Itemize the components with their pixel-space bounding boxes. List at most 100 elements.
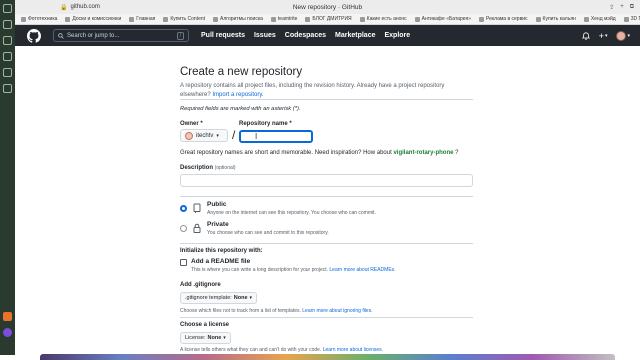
hint-text: Great repository names are short and mem… (180, 150, 392, 156)
bookmark-item[interactable]: 3D Печать (623, 16, 640, 22)
gitignore-heading: Add .gitignore (180, 282, 221, 288)
public-title: Public (207, 201, 227, 208)
search-placeholder: Search or jump to... (67, 32, 120, 39)
bookmark-item[interactable]: Какие есть анонс (359, 16, 407, 22)
github-logo-icon[interactable] (27, 28, 41, 43)
bookmark-label: Алгоритмы поиска (220, 16, 263, 22)
main-nav: Pull requests Issues Codespaces Marketpl… (201, 32, 410, 39)
divider (180, 196, 473, 197)
divider (180, 243, 473, 244)
bookmark-label: Главная (136, 16, 156, 22)
license-select-label: License: (185, 335, 206, 341)
chevron-down-icon: ▾ (627, 32, 630, 39)
sidebar-app-icon[interactable] (3, 84, 12, 93)
bookmark-favicon-icon (535, 16, 541, 22)
bookmark-item[interactable]: Доски и комиссионки (65, 16, 121, 22)
public-radio[interactable] (180, 205, 187, 212)
bookmark-item[interactable]: БЛОГ ДМИТРИЯ (305, 16, 352, 22)
description-input[interactable] (180, 174, 473, 187)
bookmark-item[interactable]: teamtrite (270, 16, 297, 22)
gitignore-select-value: None (233, 295, 248, 301)
gitignore-note-text: Choose which files not to track from a l… (180, 308, 301, 314)
license-learn-more-link[interactable]: Learn more about licenses. (323, 347, 383, 353)
visibility-private-option[interactable]: Private You choose who can see and commi… (180, 221, 329, 236)
sidebar-app-icon[interactable] (3, 4, 12, 13)
chevron-down-icon: ▾ (604, 32, 608, 39)
bookmark-item[interactable]: Алгоритмы поиска (213, 16, 263, 22)
private-title: Private (207, 221, 229, 228)
sidebar-app-icon[interactable] (3, 68, 12, 77)
sidebar-app-icon[interactable] (3, 20, 12, 29)
nav-issues[interactable]: Issues (254, 32, 276, 39)
sidebar-app-icon[interactable] (3, 36, 12, 45)
description-label-text: Description (180, 165, 214, 171)
bookmark-item[interactable]: Хенд мэйд (583, 16, 616, 22)
new-tab-icon[interactable]: + (620, 4, 624, 11)
create-new-button[interactable]: + ▾ (599, 31, 608, 41)
name-suggestion-link[interactable]: vigilant-rotary-phone (393, 150, 453, 156)
bell-icon[interactable] (581, 31, 590, 40)
divider (180, 317, 473, 318)
nav-marketplace[interactable]: Marketplace (335, 32, 375, 39)
browser-titlebar: 🔒 github.com New repository · GitHub ⇪ +… (15, 0, 640, 14)
search-shortcut-badge: / (176, 31, 184, 40)
search-icon (58, 32, 64, 39)
bookmark-favicon-icon (305, 16, 311, 22)
bookmark-item[interactable]: Реклама в сервис (479, 16, 528, 22)
book-icon (193, 203, 201, 213)
repository-name-input[interactable] (239, 130, 313, 143)
macos-dock[interactable] (40, 354, 615, 360)
warning-app-icon[interactable] (3, 312, 12, 321)
bookmark-favicon-icon (359, 16, 365, 22)
bookmark-label: 3D Печать (630, 16, 640, 22)
bookmark-label: Фототехника (28, 16, 58, 22)
owner-select[interactable]: itechtv ▾ (180, 129, 228, 142)
sidebar-app-icon[interactable] (3, 52, 12, 61)
private-description: You choose who can see and commit to thi… (207, 230, 329, 236)
bookmark-favicon-icon (583, 16, 589, 22)
bookmark-item[interactable]: Антикафе «Батарея» (414, 16, 471, 22)
bookmark-favicon-icon (623, 16, 629, 22)
chevron-down-icon: ▾ (249, 295, 253, 301)
bookmark-favicon-icon (65, 16, 71, 22)
bookmark-label: Какие есть анонс (366, 16, 407, 22)
gitignore-learn-more-link[interactable]: Learn more about ignoring files. (302, 308, 372, 314)
nav-codespaces[interactable]: Codespaces (285, 32, 326, 39)
browser-sidebar (0, 0, 15, 355)
text-cursor-icon: I (255, 132, 258, 141)
search-input[interactable]: Search or jump to... / (53, 29, 189, 42)
readme-learn-more-link[interactable]: Learn more about READMEs. (329, 267, 395, 273)
private-radio[interactable] (180, 225, 187, 232)
bookmark-favicon-icon (213, 16, 219, 22)
import-repository-link[interactable]: Import a repository. (212, 92, 263, 98)
license-select[interactable]: License: None ▾ (180, 332, 231, 344)
bookmark-favicon-icon (479, 16, 485, 22)
header-actions: + ▾ ▾ (581, 30, 630, 41)
chevron-down-icon: ▾ (223, 335, 226, 341)
user-menu-button[interactable]: ▾ (616, 30, 630, 41)
gitignore-template-select[interactable]: .gitignore template: None ▾ (180, 292, 258, 304)
page-title: Create a new repository (180, 66, 303, 78)
bookmark-favicon-icon (163, 16, 169, 22)
readme-checkbox[interactable] (180, 259, 187, 266)
readme-option[interactable]: Add a README file This is where you can … (180, 258, 396, 273)
visibility-public-option[interactable]: Public Anyone on the internet can see th… (180, 201, 376, 216)
github-header: Search or jump to... / Pull requests Iss… (15, 25, 640, 46)
bookmark-item[interactable]: Купить кальян (535, 16, 576, 22)
nav-pull-requests[interactable]: Pull requests (201, 32, 245, 39)
bookmark-item[interactable]: Главная (129, 16, 155, 22)
tabs-overview-icon[interactable]: ⧉ (630, 4, 634, 11)
lock-icon (193, 223, 201, 233)
license-select-value: None (207, 335, 222, 341)
bookmark-label: Хенд мэйд (590, 16, 616, 22)
share-icon[interactable]: ⇪ (609, 4, 614, 11)
nav-explore[interactable]: Explore (384, 32, 410, 39)
readme-description: This is where you can write a long descr… (191, 267, 396, 273)
address-bar[interactable]: 🔒 github.com (60, 4, 100, 11)
page-intro: A repository contains all project files,… (180, 82, 470, 99)
owner-repo-separator: / (232, 128, 236, 142)
bookmark-item[interactable]: Фототехника (21, 16, 57, 22)
bookmark-label: Купить кальян (542, 16, 576, 22)
bookmark-item[interactable]: Купить Content (163, 16, 205, 22)
profile-app-icon[interactable] (3, 328, 12, 337)
